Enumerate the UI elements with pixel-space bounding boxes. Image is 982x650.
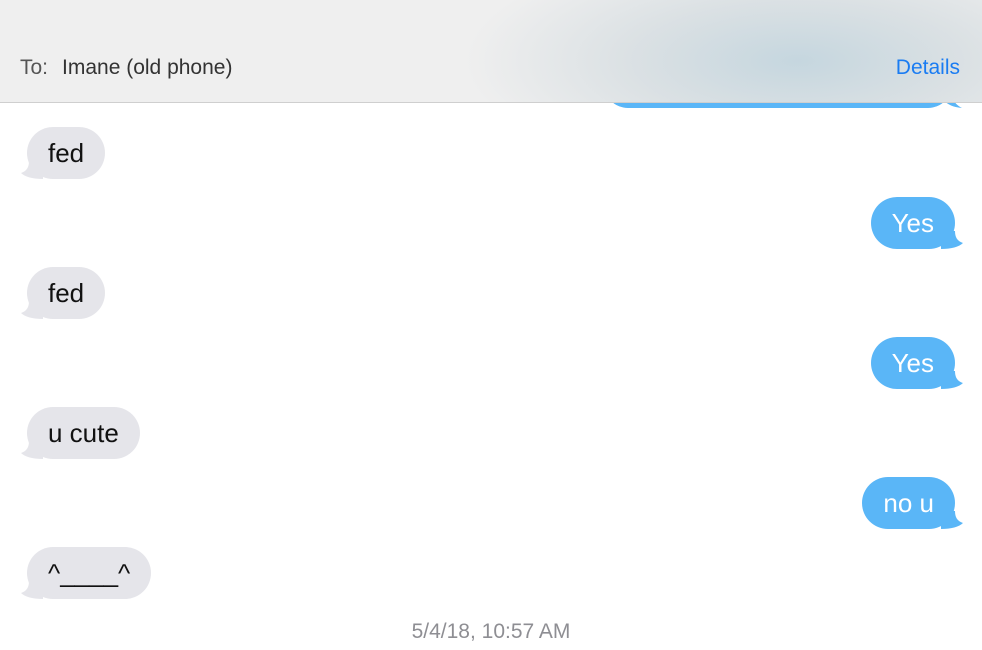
message-bubble-outgoing[interactable]: Yes xyxy=(870,197,963,249)
message-text: fed xyxy=(27,127,106,179)
message-bubble-outgoing[interactable]: no u xyxy=(862,477,963,529)
recipient-row[interactable]: To: Imane (old phone) xyxy=(20,56,232,80)
recipient-name[interactable]: Imane (old phone) xyxy=(62,56,232,80)
message-bubble-outgoing[interactable]: Yes xyxy=(870,337,963,389)
messages-window: To: Imane (old phone) Details fed Yes fe… xyxy=(0,0,982,650)
message-bubble-incoming[interactable]: fed xyxy=(21,127,106,179)
message-bubble-incoming[interactable]: u cute xyxy=(21,407,140,459)
conversation-header: To: Imane (old phone) Details xyxy=(0,0,982,103)
message-timestamp: 5/4/18, 10:57 AM xyxy=(411,620,571,643)
message-text: u cute xyxy=(27,407,140,459)
to-label: To: xyxy=(20,56,49,79)
message-text: ^____^ xyxy=(27,547,152,599)
message-text: no u xyxy=(862,477,955,529)
message-transcript[interactable]: fed Yes fed Yes u cute no u ^____^ 5/4/1… xyxy=(0,103,982,650)
message-text: Yes xyxy=(870,337,955,389)
message-bubble-incoming[interactable]: fed xyxy=(21,267,106,319)
message-bubble-incoming[interactable]: ^____^ xyxy=(21,547,152,599)
details-button[interactable]: Details xyxy=(896,56,960,80)
message-text: Yes xyxy=(870,197,955,249)
header-blur-backdrop xyxy=(462,0,982,102)
message-text: fed xyxy=(27,267,106,319)
